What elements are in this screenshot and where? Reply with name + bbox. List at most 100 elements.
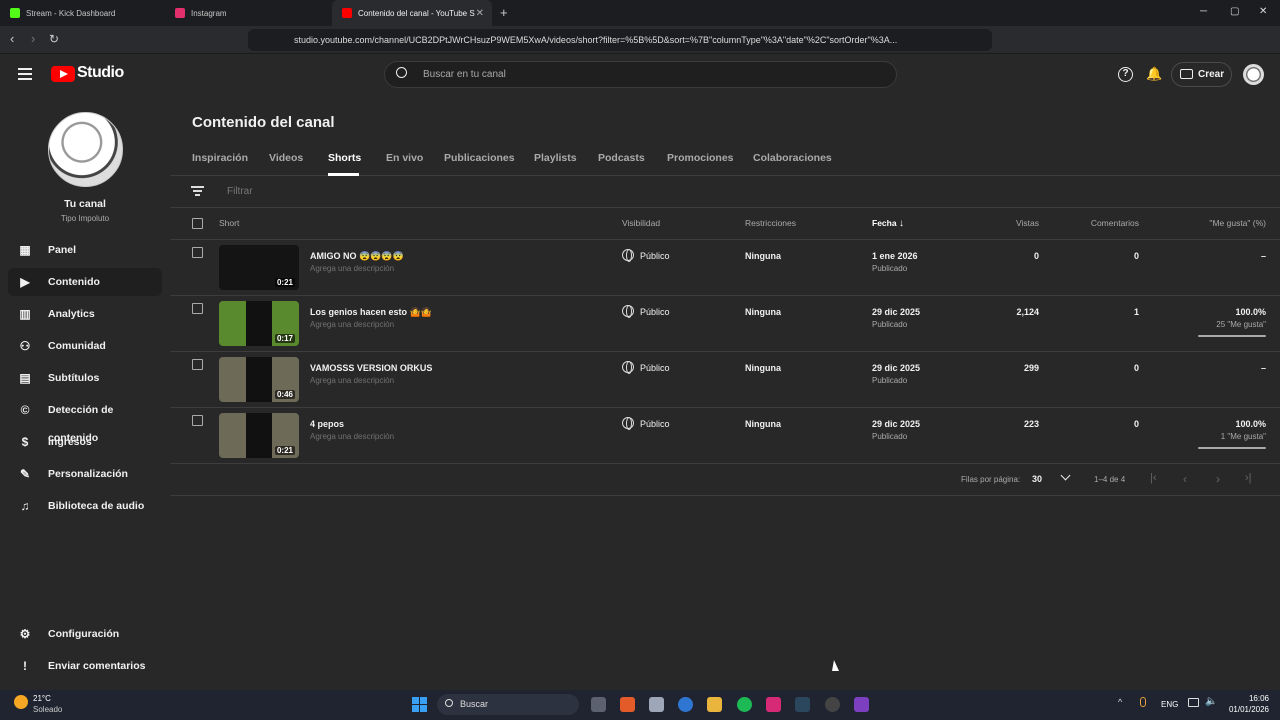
close-window-button[interactable]: ✕ xyxy=(1259,6,1267,17)
status-value: Publicado xyxy=(872,264,908,273)
language-indicator[interactable]: ENG xyxy=(1161,700,1178,709)
chevron-up-icon[interactable]: ^ xyxy=(1118,697,1122,707)
obs-icon[interactable] xyxy=(825,697,840,712)
task-view-icon[interactable] xyxy=(591,697,606,712)
tab-shorts[interactable]: Shorts xyxy=(328,152,361,164)
column-header-comments[interactable]: Comentarios xyxy=(1070,218,1139,228)
microsoft-store-icon[interactable] xyxy=(649,697,664,712)
youtube-logo-icon[interactable] xyxy=(51,66,75,82)
last-page-icon[interactable]: ›| xyxy=(1245,472,1252,484)
visibility-value[interactable]: Público xyxy=(640,251,670,261)
visibility-value[interactable]: Público xyxy=(640,307,670,317)
clock-date[interactable]: 01/01/2026 xyxy=(1218,705,1269,714)
taskbar-search[interactable]: Buscar xyxy=(437,694,579,715)
minimize-button[interactable]: ─ xyxy=(1200,6,1207,17)
sidebar-item-content-detection[interactable]: © Detección de contenido xyxy=(8,396,162,444)
globe-icon xyxy=(622,417,634,430)
sidebar-item-subtitles[interactable]: ▤ Subtítulos xyxy=(8,364,162,392)
sidebar-item-audio-library[interactable]: ♫ Biblioteca de audio xyxy=(8,492,162,520)
tab-collaborations[interactable]: Colaboraciones xyxy=(753,152,832,164)
short-title[interactable]: VAMOSSS VERSION ORKUS xyxy=(310,363,432,373)
forward-icon[interactable]: › xyxy=(31,32,35,46)
instagram-app-icon[interactable] xyxy=(766,697,781,712)
url-bar[interactable]: studio.youtube.com/channel/UCB2DPtJWrCHs… xyxy=(248,29,992,51)
restrictions-value: Ninguna xyxy=(745,419,781,429)
sidebar-item-content[interactable]: ▶ Contenido xyxy=(8,268,162,296)
short-description[interactable]: Agrega una descripción xyxy=(310,432,394,441)
column-header-views[interactable]: Vistas xyxy=(980,218,1039,228)
close-tab-icon[interactable]: ✕ xyxy=(476,8,484,19)
microphone-icon[interactable] xyxy=(1140,697,1146,707)
visibility-value[interactable]: Público xyxy=(640,419,670,429)
sidebar-item-community[interactable]: ⚇ Comunidad xyxy=(8,332,162,360)
tab-playlists[interactable]: Playlists xyxy=(534,152,577,164)
steam-icon[interactable] xyxy=(795,697,810,712)
short-thumbnail[interactable]: 0:17 xyxy=(219,301,299,346)
column-header-likes[interactable]: "Me gusta" (%) xyxy=(1180,218,1266,228)
tab-live[interactable]: En vivo xyxy=(386,152,423,164)
sidebar-item-settings[interactable]: ⚙ Configuración xyxy=(8,620,162,648)
clipchamp-icon[interactable] xyxy=(854,697,869,712)
tab-podcasts[interactable]: Podcasts xyxy=(598,152,645,164)
sidebar-item-earn[interactable]: $ Ingresos xyxy=(8,428,162,456)
back-icon[interactable]: ‹ xyxy=(10,32,14,46)
row-checkbox[interactable] xyxy=(192,247,203,258)
pagination-range: 1–4 de 4 xyxy=(1094,475,1126,484)
sidebar-item-analytics[interactable]: ▥ Analytics xyxy=(8,300,162,328)
likes-value: 100.0% xyxy=(1235,419,1266,429)
short-thumbnail[interactable]: 0:21 xyxy=(219,245,299,290)
clock-time[interactable]: 16:06 xyxy=(1226,694,1269,703)
windows-start-icon[interactable] xyxy=(412,697,427,712)
filter-icon[interactable] xyxy=(191,186,204,196)
short-description[interactable]: Agrega una descripción xyxy=(310,320,394,329)
visibility-value[interactable]: Público xyxy=(640,363,670,373)
help-icon[interactable]: ? xyxy=(1118,67,1133,82)
channel-avatar[interactable] xyxy=(48,112,123,187)
spotify-icon[interactable] xyxy=(737,697,752,712)
short-thumbnail[interactable]: 0:46 xyxy=(219,357,299,402)
filter-input[interactable]: Filtrar xyxy=(227,186,253,197)
sidebar-item-send-feedback[interactable]: ! Enviar comentarios xyxy=(8,652,162,680)
rows-per-page-select[interactable]: 30 xyxy=(1032,474,1042,484)
next-page-icon[interactable]: › xyxy=(1216,472,1220,486)
row-checkbox[interactable] xyxy=(192,415,203,426)
channel-name: Tu canal xyxy=(64,198,106,210)
reload-icon[interactable]: ↻ xyxy=(49,32,59,46)
browser-tab-kick[interactable]: Stream - Kick Dashboard xyxy=(0,0,165,26)
tab-inspiration[interactable]: Inspiración xyxy=(192,152,248,164)
file-explorer-icon[interactable] xyxy=(707,697,722,712)
select-all-checkbox[interactable] xyxy=(192,218,203,229)
monitor-icon[interactable] xyxy=(1188,698,1199,707)
row-checkbox[interactable] xyxy=(192,303,203,314)
weather-sun-icon[interactable] xyxy=(14,695,28,709)
channel-search-input[interactable]: Buscar en tu canal xyxy=(384,61,897,88)
previous-page-icon[interactable]: ‹ xyxy=(1183,472,1187,486)
hamburger-menu-icon[interactable] xyxy=(18,68,32,80)
short-description[interactable]: Agrega una descripción xyxy=(310,376,394,385)
weather-desc[interactable]: Soleado xyxy=(33,705,62,714)
account-avatar[interactable] xyxy=(1243,64,1264,85)
short-title[interactable]: 4 pepos xyxy=(310,419,344,429)
row-checkbox[interactable] xyxy=(192,359,203,370)
tab-posts[interactable]: Publicaciones xyxy=(444,152,515,164)
first-page-icon[interactable]: |‹ xyxy=(1150,472,1157,484)
short-title[interactable]: AMIGO NO 😨😨😨😨 xyxy=(310,251,404,262)
short-description[interactable]: Agrega una descripción xyxy=(310,264,394,273)
new-tab-button[interactable]: + xyxy=(500,5,508,20)
kick-icon xyxy=(10,8,20,18)
short-thumbnail[interactable]: 0:21 xyxy=(219,413,299,458)
outlook-icon[interactable] xyxy=(678,697,693,712)
sidebar-item-panel[interactable]: ▦ Panel xyxy=(8,236,162,264)
notifications-bell-icon[interactable]: 🔔 xyxy=(1146,66,1162,82)
brave-browser-icon[interactable] xyxy=(620,697,635,712)
browser-tab-instagram[interactable]: Instagram xyxy=(165,0,330,26)
column-header-date[interactable]: Fecha ↓ xyxy=(872,218,904,229)
tab-promotions[interactable]: Promociones xyxy=(667,152,734,164)
tab-videos[interactable]: Videos xyxy=(269,152,303,164)
weather-temp[interactable]: 21°C xyxy=(33,694,51,703)
volume-icon[interactable]: 🔈 xyxy=(1205,696,1217,707)
browser-tab-youtube-studio[interactable]: Contenido del canal - YouTube S ✕ xyxy=(332,0,492,26)
sidebar-item-customization[interactable]: ✎ Personalización xyxy=(8,460,162,488)
maximize-button[interactable]: ▢ xyxy=(1230,6,1239,17)
short-title[interactable]: Los genios hacen esto 🤷🤷 xyxy=(310,307,432,318)
